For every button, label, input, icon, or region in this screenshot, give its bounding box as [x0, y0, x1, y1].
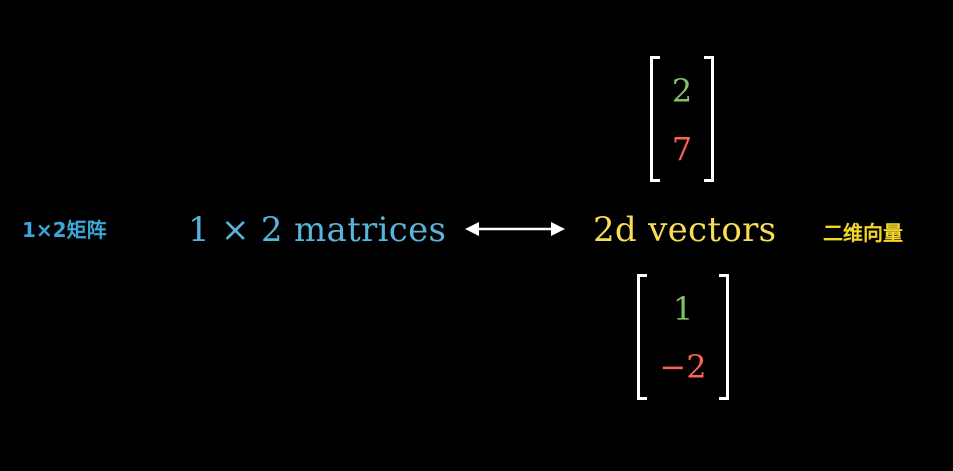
column-vector-top: 2 7: [650, 56, 714, 182]
chinese-label-vectors: 二维向量: [823, 221, 903, 245]
term-vectors: 2d vectors: [593, 210, 777, 250]
term-matrices: 1 × 2 matrices: [188, 210, 447, 250]
column-vector-bottom: 1 −2: [637, 274, 729, 400]
right-bracket: [719, 274, 729, 400]
chinese-label-matrices: 1×2矩阵: [22, 218, 107, 242]
vector-entry-y: −2: [659, 348, 707, 386]
double-headed-arrow-icon: [465, 222, 565, 236]
vector-entry-x: 1: [672, 290, 694, 328]
right-bracket: [704, 56, 714, 182]
